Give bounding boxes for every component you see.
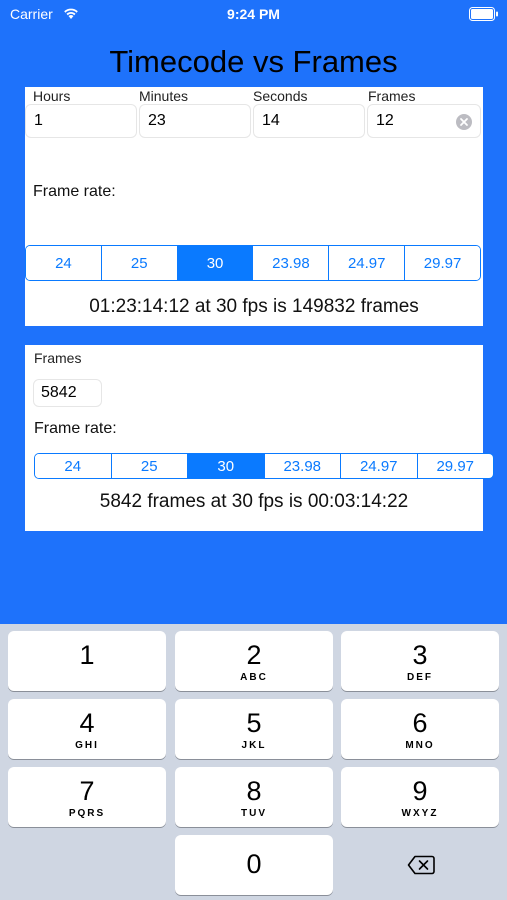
status-bar: Carrier 9:24 PM bbox=[0, 0, 507, 28]
key-6[interactable]: 6 MNO bbox=[341, 699, 499, 759]
key-3[interactable]: 3 DEF bbox=[341, 631, 499, 691]
hours-label: Hours bbox=[33, 88, 71, 104]
key-letters: ABC bbox=[240, 672, 268, 683]
key-digit: 4 bbox=[79, 708, 95, 738]
page-title: Timecode vs Frames bbox=[109, 44, 398, 79]
key-letters: DEF bbox=[407, 672, 433, 683]
rate-option-29-97[interactable]: 29.97 bbox=[405, 246, 480, 280]
key-7[interactable]: 7 PQRS bbox=[8, 767, 166, 827]
key-digit: 3 bbox=[412, 640, 428, 670]
frames-field-value: 12 bbox=[376, 112, 394, 129]
rate-option-24-97[interactable]: 24.97 bbox=[341, 454, 418, 478]
battery-icon bbox=[469, 7, 498, 21]
key-letters: MNO bbox=[405, 740, 435, 751]
key-digit: 5 bbox=[246, 708, 262, 738]
frame-rate-label: Frame rate: bbox=[33, 183, 116, 200]
frames-field[interactable]: 12 bbox=[367, 104, 481, 138]
key-8[interactable]: 8 TUV bbox=[175, 767, 333, 827]
key-digit: 1 bbox=[79, 640, 95, 670]
hours-field[interactable]: 1 bbox=[25, 104, 137, 138]
key-digit: 6 bbox=[412, 708, 428, 738]
key-letters: GHI bbox=[75, 740, 99, 751]
key-digit: 2 bbox=[246, 640, 262, 670]
key-letters: WXYZ bbox=[401, 808, 439, 819]
key-0[interactable]: 0 bbox=[175, 835, 333, 895]
key-digit: 8 bbox=[246, 776, 262, 806]
key-4[interactable]: 4 GHI bbox=[8, 699, 166, 759]
rate-option-30[interactable]: 30 bbox=[188, 454, 265, 478]
key-letters: JKL bbox=[241, 740, 267, 751]
backspace-icon bbox=[407, 855, 435, 875]
timecode-card: Hours Minutes Seconds Frames 1 23 14 12 … bbox=[25, 87, 483, 326]
rate-option-24[interactable]: 24 bbox=[26, 246, 102, 280]
timecode-result: 01:23:14:12 at 30 fps is 149832 frames bbox=[89, 296, 419, 317]
key-2[interactable]: 2 ABC bbox=[175, 631, 333, 691]
rate-option-30[interactable]: 30 bbox=[177, 246, 254, 280]
frames-result: 5842 frames at 30 fps is 00:03:14:22 bbox=[99, 491, 409, 512]
frame-rate-selector: 24 25 30 23.98 24.97 29.97 bbox=[25, 245, 481, 281]
key-letters: PQRS bbox=[68, 808, 106, 819]
frames-card: Frames 5842 Frame rate: 24 25 30 23.98 2… bbox=[25, 345, 494, 531]
rate-option-25[interactable]: 25 bbox=[101, 246, 178, 280]
rate-option-23-98[interactable]: 23.98 bbox=[253, 246, 330, 280]
frame-rate-label: Frame rate: bbox=[34, 420, 117, 437]
rate-option-25[interactable]: 25 bbox=[111, 454, 188, 478]
clear-icon[interactable] bbox=[455, 113, 473, 131]
seconds-field[interactable]: 14 bbox=[253, 104, 365, 138]
frames-count-field[interactable]: 5842 bbox=[33, 379, 102, 407]
minutes-field[interactable]: 23 bbox=[139, 104, 251, 138]
rate-option-23-98[interactable]: 23.98 bbox=[264, 454, 341, 478]
rate-option-24-97[interactable]: 24.97 bbox=[329, 246, 406, 280]
rate-option-29-97[interactable]: 29.97 bbox=[417, 454, 493, 478]
key-5[interactable]: 5 JKL bbox=[175, 699, 333, 759]
delete-key[interactable] bbox=[341, 835, 499, 895]
rate-option-24[interactable]: 24 bbox=[35, 454, 112, 478]
frames-label: Frames bbox=[368, 88, 416, 104]
frames-count-label: Frames bbox=[34, 350, 82, 366]
key-1[interactable]: 1 bbox=[8, 631, 166, 691]
key-9[interactable]: 9 WXYZ bbox=[341, 767, 499, 827]
key-digit: 9 bbox=[412, 776, 428, 806]
key-digit: 0 bbox=[246, 849, 262, 879]
seconds-label: Seconds bbox=[253, 88, 308, 104]
key-letters: TUV bbox=[241, 808, 267, 819]
key-digit: 7 bbox=[79, 776, 95, 806]
numeric-keypad: 1 2 ABC 3 DEF 4 GHI 5 JKL 6 MNO 7 PQRS 8… bbox=[0, 624, 507, 900]
frame-rate-selector: 24 25 30 23.98 24.97 29.97 bbox=[34, 453, 494, 479]
minutes-label: Minutes bbox=[139, 88, 189, 104]
clock: 9:24 PM bbox=[227, 6, 280, 22]
